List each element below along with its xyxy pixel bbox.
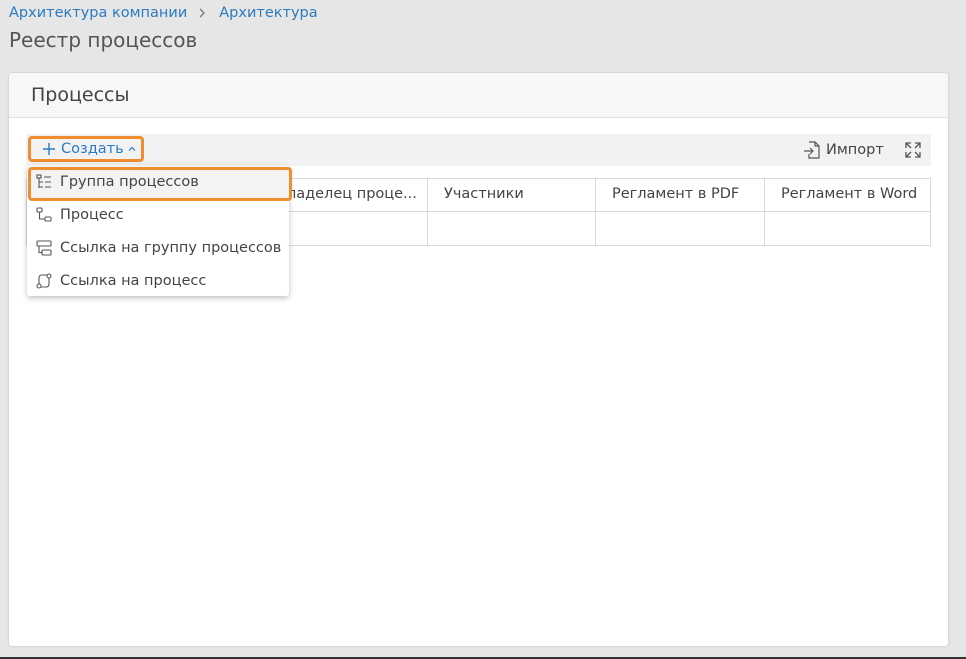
create-dropdown-menu: Группа процессов Процесс Ссылка на групп… xyxy=(27,165,289,296)
create-button[interactable]: Создать xyxy=(28,136,144,162)
column-regulation-word[interactable]: Регламент в Word xyxy=(764,179,931,246)
panel-title: Процессы xyxy=(31,84,130,106)
column-owner[interactable]: Владелец проце... xyxy=(271,179,445,246)
process-group-icon xyxy=(36,173,51,188)
import-icon xyxy=(804,141,820,159)
column-participants[interactable]: Участники xyxy=(427,179,595,246)
plus-icon xyxy=(43,143,55,155)
menu-item-process[interactable]: Процесс xyxy=(27,198,289,231)
breadcrumb-item-company-architecture[interactable]: Архитектура компании xyxy=(9,5,187,21)
breadcrumb: Архитектура компании Архитектура xyxy=(9,5,318,21)
menu-item-process-link[interactable]: Ссылка на процесс xyxy=(27,264,289,297)
processes-panel: Процессы Создать Импорт Владелец проце..… xyxy=(9,73,948,646)
toolbar: Создать Импорт xyxy=(26,134,931,166)
menu-item-label: Ссылка на группу процессов xyxy=(60,239,282,256)
column-header-label: Владелец проце... xyxy=(277,186,417,202)
page-title: Реестр процессов xyxy=(9,28,198,52)
group-link-icon xyxy=(36,239,52,256)
menu-item-process-group[interactable]: Группа процессов xyxy=(27,165,289,198)
create-button-label: Создать xyxy=(61,141,124,157)
menu-item-label: Процесс xyxy=(60,206,124,223)
breadcrumb-item-architecture[interactable]: Архитектура xyxy=(219,5,317,21)
chevron-up-icon xyxy=(128,146,136,151)
column-header-label: Регламент в PDF xyxy=(612,186,740,202)
import-button-label: Импорт xyxy=(826,142,884,158)
column-regulation-pdf[interactable]: Регламент в PDF xyxy=(595,179,764,246)
fullscreen-icon[interactable] xyxy=(904,141,922,159)
menu-item-label: Группа процессов xyxy=(60,173,199,190)
import-button[interactable]: Импорт xyxy=(802,140,884,160)
process-link-icon xyxy=(36,272,52,289)
menu-item-label: Ссылка на процесс xyxy=(60,272,207,289)
panel-header xyxy=(9,73,948,118)
column-header-label: Участники xyxy=(444,186,524,202)
menu-item-group-link[interactable]: Ссылка на группу процессов xyxy=(27,231,289,264)
process-icon xyxy=(36,206,52,222)
column-header-label: Регламент в Word xyxy=(781,186,918,202)
chevron-right-icon xyxy=(199,8,206,18)
